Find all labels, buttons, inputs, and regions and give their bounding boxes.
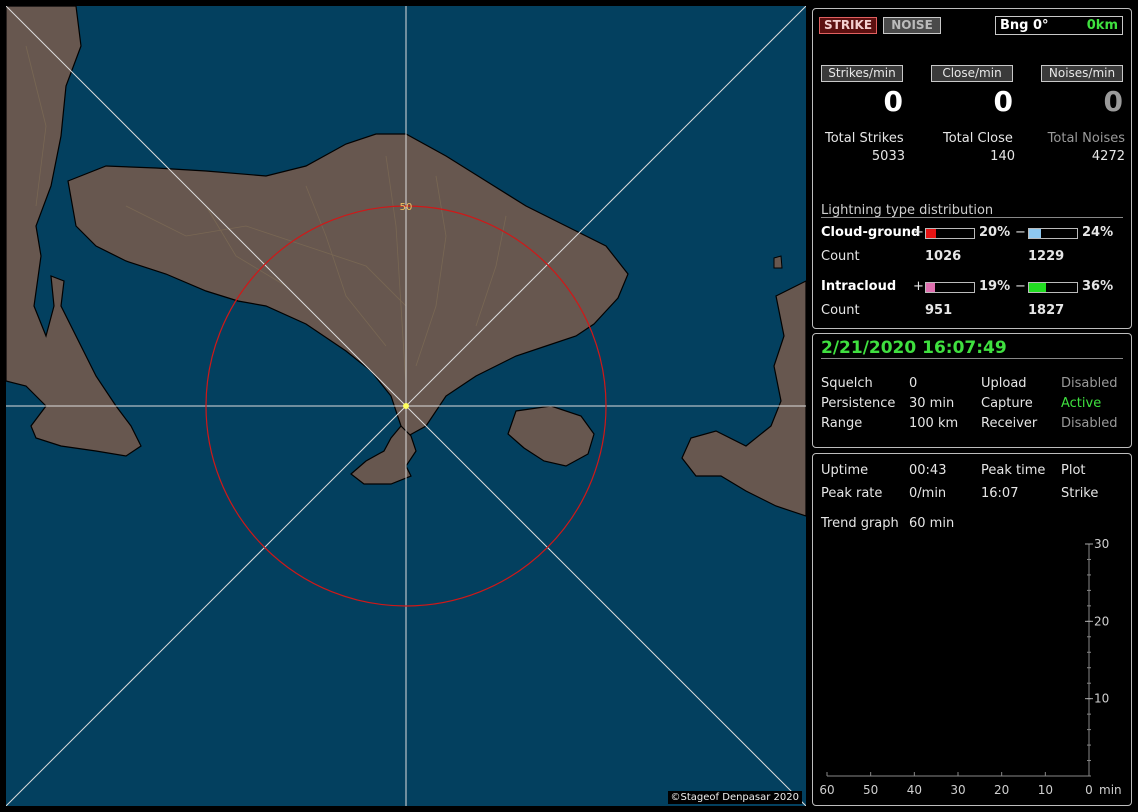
- intracloud-label: Intracloud: [821, 279, 897, 294]
- capture-label: Capture: [981, 396, 1033, 411]
- bearing-readout: Bng 0° 0km: [995, 16, 1123, 35]
- upload-value: Disabled: [1061, 376, 1118, 391]
- cg-positive-pct: 20%: [979, 225, 1011, 240]
- total-close-label: Total Close: [943, 131, 1013, 146]
- noise-toggle[interactable]: NOISE: [883, 17, 941, 34]
- y-tick-label: 20: [1094, 614, 1109, 628]
- peak-rate-label: Peak rate: [821, 486, 883, 501]
- map-canvas: 50: [6, 6, 806, 806]
- copyright-label: ©Stageof Denpasar 2020: [667, 791, 802, 804]
- squelch-label: Squelch: [821, 376, 873, 391]
- x-tick-label: 30: [950, 783, 965, 797]
- islet: [773, 255, 783, 269]
- total-strikes-value: 5033: [871, 149, 905, 164]
- east-island: [681, 280, 806, 517]
- persistence-label: Persistence: [821, 396, 896, 411]
- cg-negative-count: 1229: [1028, 249, 1065, 264]
- peak-time-value: 16:07: [981, 486, 1019, 501]
- cg-negative-bar: [1028, 228, 1078, 239]
- x-tick-label: 50: [863, 783, 878, 797]
- receiver-value: Disabled: [1061, 416, 1118, 431]
- range-value: 100 km: [909, 416, 959, 431]
- noises-per-min-label: Noises/min: [1041, 65, 1123, 82]
- ic-count-label: Count: [821, 303, 860, 318]
- trend-graph-label: Trend graph: [821, 516, 899, 531]
- plot-label: Plot: [1061, 463, 1086, 478]
- persistence-value: 30 min: [909, 396, 955, 411]
- total-noises-value: 4272: [1091, 149, 1125, 164]
- close-per-min-label: Close/min: [931, 65, 1013, 82]
- total-close-value: 140: [990, 149, 1015, 164]
- cg-minus-sign: −: [1015, 225, 1026, 240]
- nusa-penida: [507, 405, 595, 467]
- uptime-value: 00:43: [909, 463, 947, 478]
- total-strikes-label: Total Strikes: [825, 131, 904, 146]
- noises-per-min-value: 0: [1103, 85, 1123, 118]
- ic-negative-pct: 36%: [1082, 279, 1114, 294]
- cg-positive-bar: [925, 228, 975, 239]
- lightning-map[interactable]: 50 ©Stageof Denpasar 2020: [6, 6, 806, 806]
- settings-panel: 2/21/2020 16:07:49 Squelch 0 Upload Disa…: [812, 333, 1132, 448]
- main-island: [67, 133, 629, 437]
- range-ring-label: 50: [400, 202, 413, 213]
- cg-positive-count: 1026: [925, 249, 962, 264]
- peak-time-label: Peak time: [981, 463, 1046, 478]
- ic-positive-fill: [926, 283, 936, 292]
- datetime-divider: [821, 358, 1123, 359]
- cg-count-label: Count: [821, 249, 860, 264]
- x-tick-label: 40: [907, 783, 922, 797]
- cg-negative-pct: 24%: [1082, 225, 1114, 240]
- x-tick-label: 60: [819, 783, 834, 797]
- ic-positive-bar: [925, 282, 975, 293]
- datetime: 2/21/2020 16:07:49: [821, 338, 1007, 358]
- ic-positive-pct: 19%: [979, 279, 1011, 294]
- receiver-label: Receiver: [981, 416, 1038, 431]
- trend-chart: 60 50 40 30 20 10 0 min 10 20 30: [819, 537, 1122, 797]
- x-axis-label: min: [1099, 783, 1122, 797]
- plot-value[interactable]: Strike: [1061, 486, 1098, 501]
- capture-value: Active: [1061, 396, 1102, 411]
- y-tick-label: 30: [1094, 537, 1109, 551]
- range-label: Range: [821, 416, 863, 431]
- strike-toggle[interactable]: STRIKE: [819, 17, 877, 34]
- trend-panel: Uptime 00:43 Peak time Plot Peak rate 0/…: [812, 453, 1132, 806]
- close-per-min-value: 0: [993, 85, 1013, 118]
- bearing-label: Bng 0°: [1000, 18, 1049, 33]
- x-tick-label: 20: [994, 783, 1009, 797]
- peak-rate-value: 0/min: [909, 486, 947, 501]
- ic-negative-fill: [1029, 283, 1047, 292]
- ic-negative-count: 1827: [1028, 303, 1065, 318]
- total-noises-label: Total Noises: [1047, 131, 1125, 146]
- upload-label: Upload: [981, 376, 1027, 391]
- trend-graph-value: 60 min: [909, 516, 955, 531]
- distance-label: 0km: [1086, 18, 1118, 33]
- ic-negative-bar: [1028, 282, 1078, 293]
- strikes-per-min-value: 0: [883, 85, 903, 118]
- cg-plus-sign: +: [913, 225, 924, 240]
- station-marker: [403, 403, 409, 409]
- cloud-ground-label: Cloud-ground: [821, 225, 921, 240]
- counters-panel: STRIKE NOISE Bng 0° 0km Strikes/min Clos…: [812, 8, 1132, 329]
- squelch-value: 0: [909, 376, 918, 391]
- ic-positive-count: 951: [925, 303, 953, 318]
- cg-negative-fill: [1029, 229, 1041, 238]
- strikes-per-min-label: Strikes/min: [821, 65, 903, 82]
- x-tick-label: 10: [1038, 783, 1053, 797]
- distribution-divider: [821, 217, 1123, 218]
- x-tick-label: 0: [1085, 783, 1093, 797]
- ic-minus-sign: −: [1015, 279, 1026, 294]
- uptime-label: Uptime: [821, 463, 869, 478]
- y-tick-label: 10: [1094, 692, 1109, 706]
- ic-plus-sign: +: [913, 279, 924, 294]
- distribution-title: Lightning type distribution: [821, 203, 994, 218]
- cg-positive-fill: [926, 229, 936, 238]
